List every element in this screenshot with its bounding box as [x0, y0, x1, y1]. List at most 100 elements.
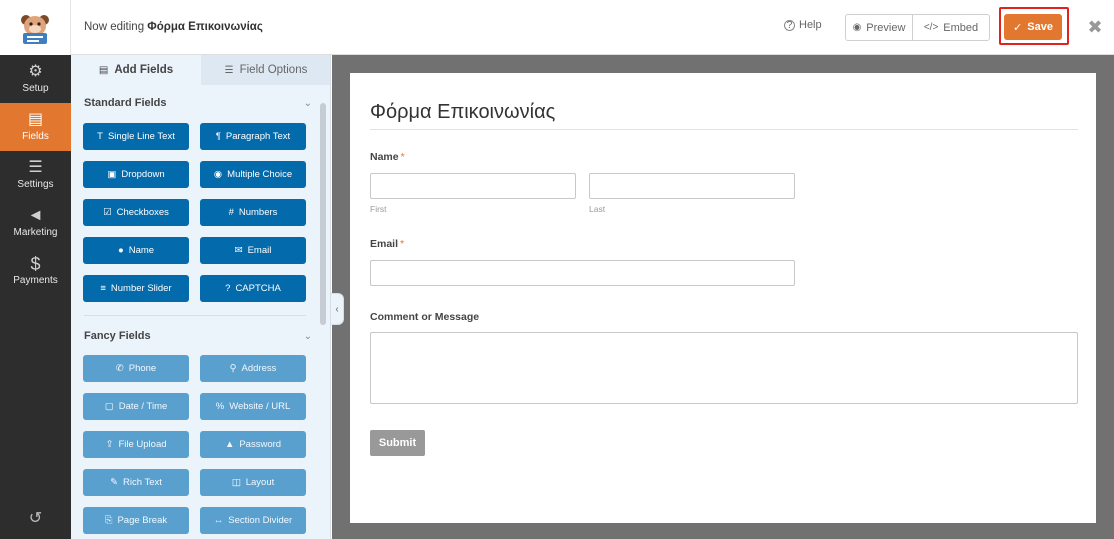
help-link[interactable]: ? Help [784, 19, 822, 31]
left-nav: ⚙ Setup ▤ Fields ☰ Settings ◄ Marketing … [0, 55, 71, 539]
form-preview-canvas: Φόρμα Επικοινωνίας Name * First Last Emai… [332, 55, 1114, 539]
code-icon: </> [923, 22, 939, 33]
submit-button[interactable]: Submit [370, 430, 425, 456]
top-bar: Now editing Φόρμα Επικοινωνίας ? Help ◉ … [0, 0, 1114, 55]
add-checkboxes-button[interactable]: ☑ Checkboxes [83, 199, 189, 226]
add-website-url-button[interactable]: % Website / URL [200, 393, 306, 420]
add-captcha-button[interactable]: ? CAPTCHA [200, 275, 306, 302]
field-button-label: CAPTCHA [235, 283, 281, 294]
add-rich-text-button[interactable]: ✎ Rich Text [83, 469, 189, 496]
nav-setup[interactable]: ⚙ Setup [0, 55, 71, 103]
name-label: Name * [370, 151, 405, 163]
help-icon: ? [784, 19, 795, 31]
close-icon[interactable]: ✖ [1084, 15, 1106, 39]
panel-scrollbar[interactable] [320, 103, 326, 325]
field-button-label: Name [128, 245, 155, 256]
preview-button[interactable]: ◉ Preview [845, 14, 913, 41]
add-paragraph-text-button[interactable]: ¶ Paragraph Text [200, 123, 306, 150]
question-icon: ? [225, 283, 231, 294]
field-button-label: Multiple Choice [227, 169, 293, 180]
chevron-down-icon: ⌄ [303, 97, 312, 109]
megaphone-icon: ◄ [27, 207, 44, 224]
email-input[interactable] [370, 260, 795, 286]
add-phone-button[interactable]: ✆ Phone [83, 355, 189, 382]
phone-icon: ✆ [115, 363, 124, 374]
field-button-label: Layout [245, 477, 275, 488]
user-icon: ● [117, 245, 124, 256]
name-first-input[interactable] [370, 173, 576, 199]
field-button-label: Numbers [238, 207, 278, 218]
nav-payments[interactable]: $ Payments [0, 247, 71, 295]
form-title[interactable]: Φόρμα Επικοινωνίας [370, 101, 555, 124]
add-multiple-choice-button[interactable]: ◉ Multiple Choice [200, 161, 306, 188]
field-button-label: Website / URL [229, 401, 291, 412]
nav-fields-label: Fields [22, 131, 49, 142]
check-icon: ✓ [1013, 21, 1023, 34]
comment-textarea[interactable] [370, 332, 1078, 404]
save-button[interactable]: ✓ Save [1004, 14, 1062, 40]
last-sublabel: Last [589, 204, 606, 214]
tab-add-fields-label: Add Fields [114, 64, 174, 76]
nav-marketing[interactable]: ◄ Marketing [0, 199, 71, 247]
lock-icon: ▲ [224, 439, 235, 450]
upload-icon: ⇪ [105, 439, 114, 450]
save-label: Save [1027, 21, 1053, 33]
add-layout-button[interactable]: ◫ Layout [200, 469, 306, 496]
add-page-break-button[interactable]: ⎘ Page Break [83, 507, 189, 534]
add-name-button[interactable]: ● Name [83, 237, 189, 264]
slider-icon: ≡ [100, 283, 106, 294]
nav-settings[interactable]: ☰ Settings [0, 151, 71, 199]
wpforms-logo[interactable] [0, 0, 71, 55]
sliders-icon: ☰ [224, 64, 234, 76]
tab-field-options[interactable]: ☰ Field Options [201, 55, 330, 85]
add-number-slider-button[interactable]: ≡ Number Slider [83, 275, 189, 302]
bear-logo-icon [21, 14, 49, 44]
add-password-button[interactable]: ▲ Password [200, 431, 306, 458]
editing-prefix: Now editing [84, 21, 145, 33]
add-file-upload-button[interactable]: ⇪ File Upload [83, 431, 189, 458]
dollar-icon: $ [30, 254, 41, 274]
field-button-label: Email [247, 245, 272, 256]
nav-fields[interactable]: ▤ Fields [0, 103, 71, 151]
sliders-icon: ☰ [28, 159, 43, 176]
field-button-label: Section Divider [228, 515, 293, 526]
form-title-divider [370, 129, 1078, 130]
add-email-button[interactable]: ✉ Email [200, 237, 306, 264]
columns-icon: ◫ [231, 477, 241, 488]
add-numbers-button[interactable]: # Numbers [200, 199, 306, 226]
field-button-label: Phone [128, 363, 157, 374]
pagebreak-icon: ⎘ [104, 515, 113, 526]
divider-icon: ↔ [213, 515, 224, 526]
add-single-line-text-button[interactable]: T Single Line Text [83, 123, 189, 150]
panel-tabs: ▤ Add Fields ☰ Field Options [71, 55, 330, 85]
form-card: Φόρμα Επικοινωνίας Name * First Last Emai… [350, 73, 1096, 523]
fancy-fields-header[interactable]: Fancy Fields ⌄ [84, 325, 312, 347]
required-marker: * [400, 151, 405, 163]
nav-settings-label: Settings [17, 179, 54, 190]
first-sublabel: First [370, 204, 387, 214]
help-label: Help [799, 19, 822, 31]
panel-collapse-toggle[interactable]: ‹ [331, 293, 344, 325]
text-icon: T [97, 131, 103, 142]
name-label-text: Name [370, 151, 399, 163]
add-date-time-button[interactable]: ▢ Date / Time [83, 393, 189, 420]
add-address-button[interactable]: ⚲ Address [200, 355, 306, 382]
envelope-icon: ✉ [234, 245, 243, 256]
preview-label: Preview [866, 21, 906, 34]
revisions-icon[interactable]: ↺ [0, 497, 71, 539]
add-section-divider-button[interactable]: ↔ Section Divider [200, 507, 306, 534]
add-dropdown-button[interactable]: ▣ Dropdown [83, 161, 189, 188]
eye-icon: ◉ [852, 22, 862, 33]
map-pin-icon: ⚲ [229, 363, 237, 374]
gear-icon: ⚙ [28, 63, 43, 80]
field-button-label: Checkboxes [116, 207, 169, 218]
section-divider [84, 315, 306, 316]
embed-button[interactable]: </> Embed [912, 14, 990, 41]
tab-add-fields[interactable]: ▤ Add Fields [71, 55, 201, 85]
name-last-input[interactable] [589, 173, 795, 199]
form-name: Φόρμα Επικοινωνίας [147, 21, 263, 33]
standard-fields-header[interactable]: Standard Fields ⌄ [84, 92, 312, 114]
nav-marketing-label: Marketing [13, 227, 58, 238]
standard-fields-title: Standard Fields [84, 97, 167, 109]
dropdown-icon: ▣ [107, 169, 117, 180]
